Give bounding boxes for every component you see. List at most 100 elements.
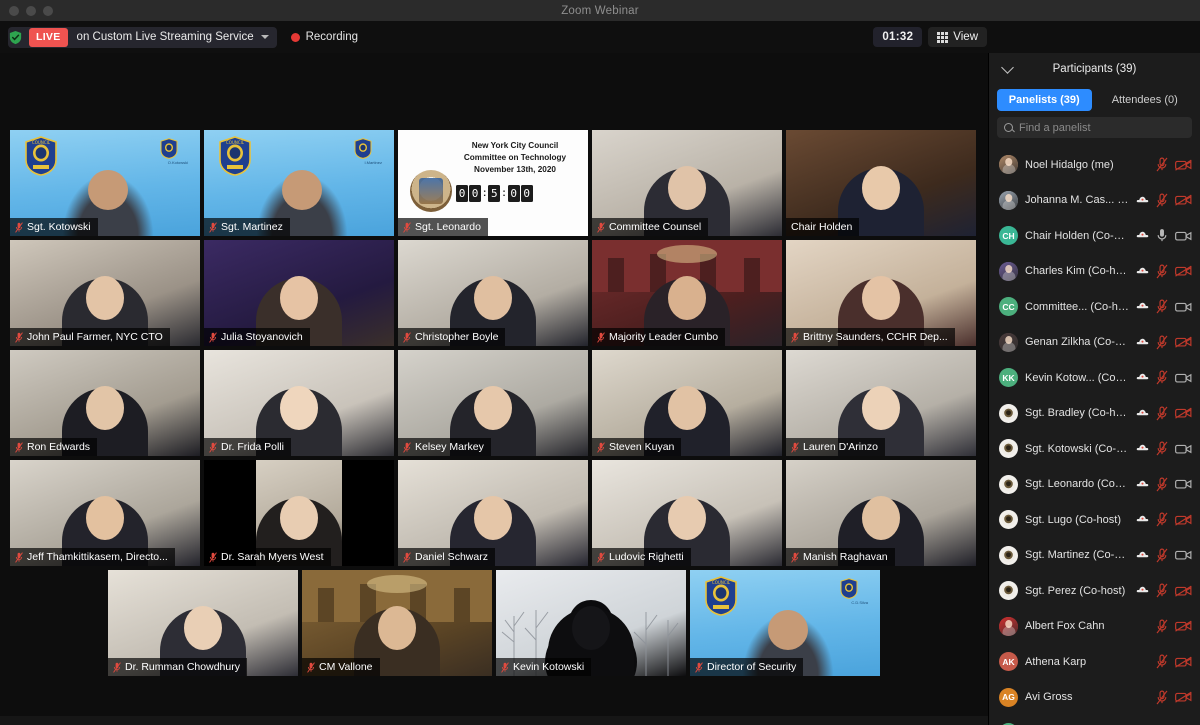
clock-separator: : xyxy=(502,188,506,199)
caret-down-icon[interactable] xyxy=(260,35,269,39)
participant-name: Kevin Kotow... (Co-host) xyxy=(1025,371,1129,384)
video-tile[interactable]: Kelsey Markey xyxy=(398,350,588,456)
avatar xyxy=(999,510,1018,530)
view-button[interactable]: View xyxy=(928,27,987,47)
participant-row[interactable]: Sgt. Perez (Co-host) xyxy=(989,573,1200,609)
avatar: KK xyxy=(999,368,1018,388)
video-tile[interactable]: Steven Kuyan xyxy=(592,350,782,456)
participant-row[interactable]: Albert Fox Cahn xyxy=(989,609,1200,645)
panelist-hat-icon xyxy=(1136,302,1149,309)
video-tile[interactable]: Jeff Thamkittikasem, Directo... xyxy=(10,460,200,566)
video-tile[interactable]: Julia Stoyanovich xyxy=(204,240,394,346)
participant-row[interactable]: KK Kevin Kotow... (Co-host) xyxy=(989,360,1200,396)
recording-indicator[interactable]: Recording xyxy=(290,31,358,43)
muted-mic-icon xyxy=(403,551,411,563)
participant-row[interactable]: AG Avi Gross xyxy=(989,680,1200,716)
participant-name-text: Dr. Frida Polli xyxy=(221,441,285,453)
search-input[interactable] xyxy=(1019,121,1185,134)
video-tile[interactable]: Chair Holden xyxy=(786,130,976,236)
video-tile[interactable]: Daniel Schwarz xyxy=(398,460,588,566)
video-tile[interactable]: Christopher Boyle xyxy=(398,240,588,346)
participant-name-text: John Paul Farmer, NYC CTO xyxy=(27,331,163,343)
participant-row[interactable]: Genan Zilkha (Co-host) xyxy=(989,325,1200,361)
participant-status-icons xyxy=(1136,406,1192,421)
participant-row[interactable]: Noel Hidalgo (me) xyxy=(989,147,1200,183)
participant-name-text: Manish Raghavan xyxy=(803,551,888,563)
video-tile[interactable]: Ludovic Righetti xyxy=(592,460,782,566)
video-tile[interactable]: COUNCIL C.D.Silva Director of Security xyxy=(690,570,880,676)
meeting-toolbar[interactable] xyxy=(0,716,988,725)
search-box[interactable] xyxy=(997,117,1192,138)
panelist-hat-icon xyxy=(1136,373,1149,380)
avatar xyxy=(999,403,1018,423)
muted-mic-icon xyxy=(1156,690,1168,705)
participant-row[interactable]: Johanna M. Cas... (Host) xyxy=(989,183,1200,219)
badge-name-label: C.D.Silva xyxy=(851,600,868,605)
participant-row[interactable]: BSBrittny Saunders, CCHR D... xyxy=(989,715,1200,725)
participant-name: Avi Gross xyxy=(1025,691,1073,704)
participant-row[interactable]: Sgt. Kotowski (Co-host) xyxy=(989,431,1200,467)
officer-badge-avatar-icon xyxy=(1001,406,1016,420)
video-tile[interactable]: Dr. Sarah Myers West xyxy=(204,460,394,566)
video-off-icon xyxy=(1175,585,1192,597)
participant-status-icons xyxy=(1156,654,1192,669)
video-grid-row: John Paul Farmer, NYC CTO Julia Stoyanovi… xyxy=(10,240,978,346)
participant-row[interactable]: CH Chair Holden (Co-host) xyxy=(989,218,1200,254)
muted-mic-icon xyxy=(1156,264,1168,279)
participant-name: Sgt. Martinez (Co-host) xyxy=(1025,549,1129,562)
muted-mic-icon xyxy=(1156,477,1168,492)
participant-name-label: Dr. Sarah Myers West xyxy=(204,548,331,566)
video-tile[interactable]: CM Vallone xyxy=(302,570,492,676)
window-title: Zoom Webinar xyxy=(561,4,639,17)
live-stream-indicator[interactable]: LIVE on Custom Live Streaming Service xyxy=(8,26,277,48)
video-tile[interactable]: Dr. Frida Polli xyxy=(204,350,394,456)
participant-name: Charles Kim (Co-host) xyxy=(1025,265,1129,278)
officer-badge-avatar-icon xyxy=(1001,442,1016,456)
video-tile[interactable]: Majority Leader Cumbo xyxy=(592,240,782,346)
badge-small-icon xyxy=(354,138,372,159)
muted-mic-icon xyxy=(597,551,605,563)
top-right-controls: 01:32 View xyxy=(873,21,987,53)
muted-mic-icon xyxy=(209,221,217,233)
video-off-icon xyxy=(1175,620,1192,632)
record-dot-icon xyxy=(290,32,300,42)
participant-status-icons xyxy=(1136,441,1192,456)
search-icon xyxy=(1004,123,1013,132)
video-tile[interactable]: Dr. Rumman Chowdhury xyxy=(108,570,298,676)
participant-name-label: Committee Counsel xyxy=(592,218,709,236)
tab-attendees[interactable]: Attendees (0) xyxy=(1098,89,1193,111)
video-tile[interactable]: Ron Edwards xyxy=(10,350,200,456)
participant-name-text: Christopher Boyle xyxy=(415,331,499,343)
video-grid-row: Dr. Rumman Chowdhury CM Vallone Kevin Koto… xyxy=(10,570,978,676)
participant-name-label: Kelsey Markey xyxy=(398,438,491,456)
badge-small-icon xyxy=(160,138,178,159)
participant-row[interactable]: Charles Kim (Co-host) xyxy=(989,254,1200,290)
zoom-webinar-window: Zoom Webinar LIVE on Custom Live Streami… xyxy=(0,0,1200,725)
participant-row[interactable]: CC Committee... (Co-host) xyxy=(989,289,1200,325)
video-tile[interactable]: Manish Raghavan xyxy=(786,460,976,566)
badge-name-label: I.Martinez xyxy=(364,160,382,165)
video-tile[interactable]: Lauren D'Arinzo xyxy=(786,350,976,456)
participant-name-label: Christopher Boyle xyxy=(398,328,506,346)
participant-name-text: Sgt. Leonardo xyxy=(415,221,481,233)
video-tile[interactable]: Brittny Saunders, CCHR Dep... xyxy=(786,240,976,346)
muted-mic-icon xyxy=(1156,370,1168,385)
panelist-hat-icon xyxy=(1136,196,1149,203)
participant-row[interactable]: Sgt. Lugo (Co-host) xyxy=(989,502,1200,538)
video-tile[interactable]: New York City Council Committee on Techno… xyxy=(398,130,588,236)
panelist-hat-icon xyxy=(1136,586,1149,593)
tab-panelists[interactable]: Panelists (39) xyxy=(997,89,1092,111)
participant-row[interactable]: Sgt. Martinez (Co-host) xyxy=(989,538,1200,574)
participant-list[interactable]: Noel Hidalgo (me) Johanna M. Cas... (Host… xyxy=(989,145,1200,725)
participant-row[interactable]: Sgt. Leonardo (Co-host) xyxy=(989,467,1200,503)
video-tile[interactable]: COUNCIL I.Martinez Sgt. Martinez xyxy=(204,130,394,236)
participant-row[interactable]: Sgt. Bradley (Co-host) xyxy=(989,396,1200,432)
video-tile[interactable]: COUNCIL O.Kotowski Sgt. Kotowski xyxy=(10,130,200,236)
video-tile[interactable]: Committee Counsel xyxy=(592,130,782,236)
participant-name-text: Director of Security xyxy=(707,661,797,673)
hearing-title: New York City Council Committee on Techno… xyxy=(463,141,567,174)
participant-row[interactable]: AK Athena Karp xyxy=(989,644,1200,680)
video-tile[interactable]: John Paul Farmer, NYC CTO xyxy=(10,240,200,346)
participant-status-icons xyxy=(1156,619,1192,634)
video-tile[interactable]: Kevin Kotowski xyxy=(496,570,686,676)
